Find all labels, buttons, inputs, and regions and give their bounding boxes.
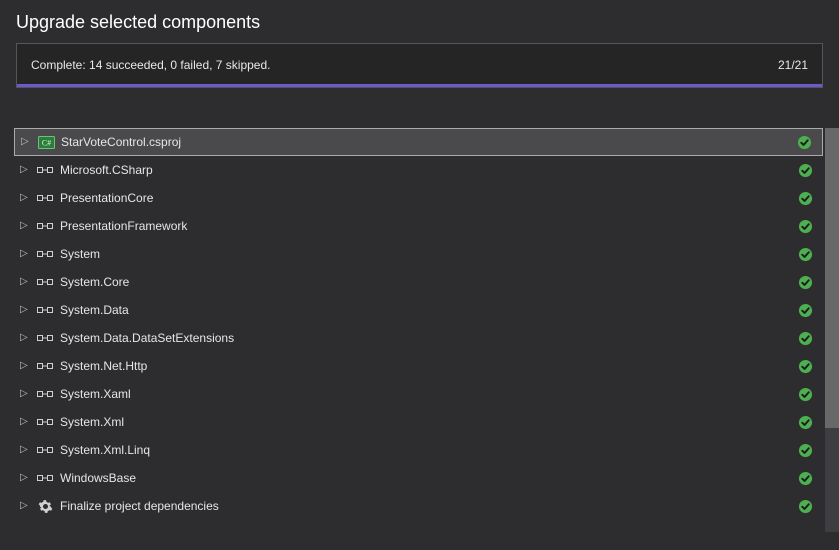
progress-bar (17, 84, 822, 87)
list-item[interactable]: ▷ PresentationCore (14, 184, 823, 212)
list-item[interactable]: ▷ Finalize project dependencies (14, 492, 823, 520)
ref-icon (36, 359, 54, 373)
ref-icon (36, 163, 54, 177)
page-title: Upgrade selected components (0, 0, 839, 43)
list-item[interactable]: ▷ System.Net.Http (14, 352, 823, 380)
status-ok-icon (797, 190, 813, 206)
item-label: Finalize project dependencies (60, 499, 791, 513)
item-label: System.Data.DataSetExtensions (60, 331, 791, 345)
list-item[interactable]: ▷ Microsoft.CSharp (14, 156, 823, 184)
ref-icon (36, 331, 54, 345)
component-list: ▷ C# StarVoteControl.csproj ▷ Microsoft.CSha… (14, 128, 823, 520)
ref-icon (36, 415, 54, 429)
list-item[interactable]: ▷ System.Xml (14, 408, 823, 436)
list-item[interactable]: ▷ PresentationFramework (14, 212, 823, 240)
item-label: System.Data (60, 303, 791, 317)
item-label: System (60, 247, 791, 261)
item-label: System.Xml (60, 415, 791, 429)
item-label: System.Xml.Linq (60, 443, 791, 457)
list-item[interactable]: ▷ System.Data.DataSetExtensions (14, 324, 823, 352)
list-item[interactable]: ▷ System.Xml.Linq (14, 436, 823, 464)
status-ok-icon (796, 134, 812, 150)
expand-icon[interactable]: ▷ (20, 473, 30, 483)
expand-icon[interactable]: ▷ (20, 445, 30, 455)
csproj-icon: C# (37, 135, 55, 149)
item-label: PresentationFramework (60, 219, 791, 233)
item-label: StarVoteControl.csproj (61, 135, 790, 149)
expand-icon[interactable]: ▷ (20, 333, 30, 343)
expand-icon[interactable]: ▷ (20, 361, 30, 371)
item-label: System.Net.Http (60, 359, 791, 373)
status-ok-icon (797, 442, 813, 458)
scrollbar-track[interactable] (825, 128, 839, 532)
status-ok-icon (797, 498, 813, 514)
ref-icon (36, 191, 54, 205)
expand-icon[interactable]: ▷ (20, 193, 30, 203)
item-label: System.Core (60, 275, 791, 289)
status-ok-icon (797, 302, 813, 318)
list-item[interactable]: ▷ System.Data (14, 296, 823, 324)
progress-fill (17, 84, 822, 87)
upgrade-dialog: { "title": "Upgrade selected components"… (0, 0, 839, 550)
ref-icon (36, 303, 54, 317)
ref-icon (36, 443, 54, 457)
expand-icon[interactable]: ▷ (20, 389, 30, 399)
expand-icon[interactable]: ▷ (20, 417, 30, 427)
expand-icon[interactable]: ▷ (20, 165, 30, 175)
expand-icon[interactable]: ▷ (20, 249, 30, 259)
status-ok-icon (797, 358, 813, 374)
list-item[interactable]: ▷ System (14, 240, 823, 268)
status-counter: 21/21 (778, 58, 808, 72)
ref-icon (36, 387, 54, 401)
list-item[interactable]: ▷ System.Core (14, 268, 823, 296)
list-item[interactable]: ▷ WindowsBase (14, 464, 823, 492)
item-label: System.Xaml (60, 387, 791, 401)
status-ok-icon (797, 414, 813, 430)
status-ok-icon (797, 330, 813, 346)
expand-icon[interactable]: ▷ (20, 221, 30, 231)
list-item[interactable]: ▷ System.Xaml (14, 380, 823, 408)
ref-icon (36, 275, 54, 289)
status-ok-icon (797, 274, 813, 290)
list-item[interactable]: ▷ C# StarVoteControl.csproj (14, 128, 823, 156)
ref-icon (36, 471, 54, 485)
status-panel: Complete: 14 succeeded, 0 failed, 7 skip… (16, 43, 823, 88)
status-ok-icon (797, 246, 813, 262)
status-message: Complete: 14 succeeded, 0 failed, 7 skip… (31, 58, 270, 72)
expand-icon[interactable]: ▷ (20, 501, 30, 511)
ref-icon (36, 247, 54, 261)
status-ok-icon (797, 470, 813, 486)
gear-icon (36, 499, 54, 513)
ref-icon (36, 219, 54, 233)
expand-icon[interactable]: ▷ (20, 277, 30, 287)
svg-text:C#: C# (41, 138, 50, 147)
item-label: PresentationCore (60, 191, 791, 205)
item-label: Microsoft.CSharp (60, 163, 791, 177)
status-ok-icon (797, 218, 813, 234)
status-ok-icon (797, 162, 813, 178)
expand-icon[interactable]: ▷ (20, 305, 30, 315)
status-ok-icon (797, 386, 813, 402)
scrollbar-thumb[interactable] (825, 128, 839, 428)
item-label: WindowsBase (60, 471, 791, 485)
expand-icon[interactable]: ▷ (21, 137, 31, 147)
